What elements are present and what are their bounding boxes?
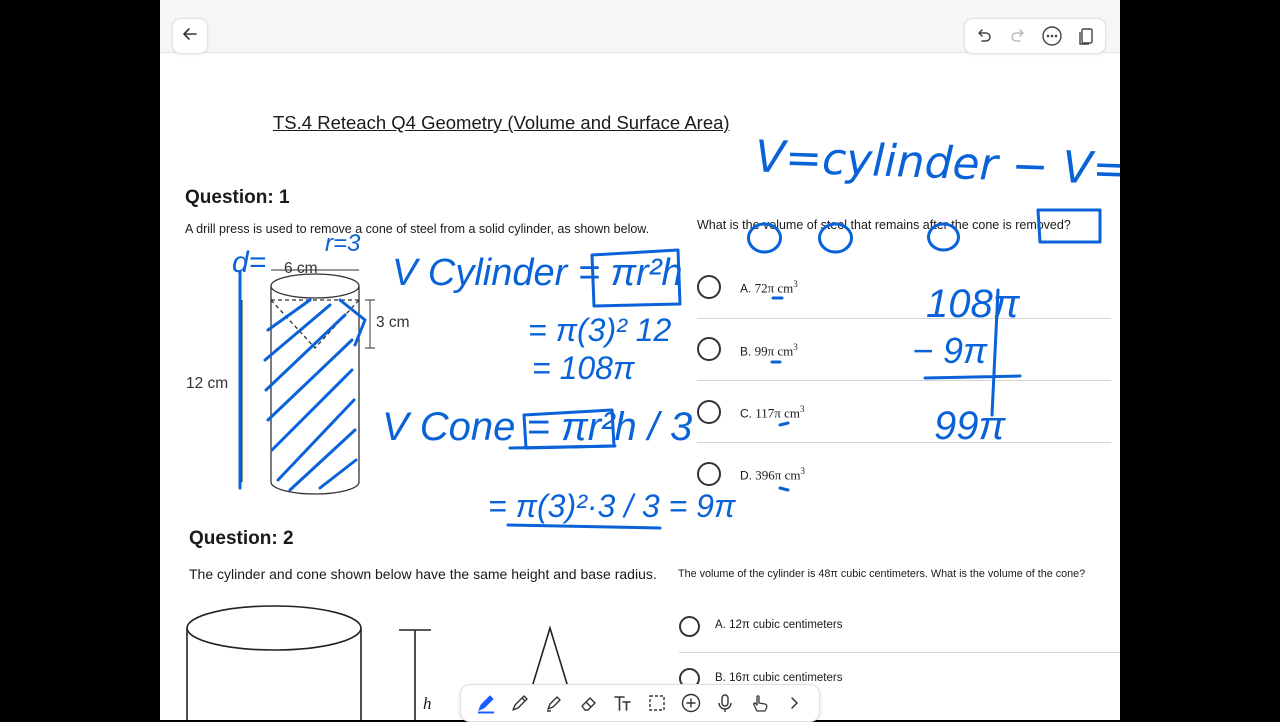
cone-height-label: 3 cm [376, 314, 410, 331]
ink-eq-top: V=cylinder − V= cone [754, 131, 1120, 199]
ink-cyl-step2: = 108π [532, 350, 635, 386]
ink-calc-sub: − 9π [912, 330, 988, 371]
question-2-heading: Question: 2 [189, 528, 294, 549]
ink-r-note: r=3 [325, 230, 361, 257]
top-toolbar [160, 0, 1120, 54]
option-c-radio[interactable] [697, 400, 721, 424]
lasso-select-icon[interactable] [645, 691, 669, 715]
ink-cone-step: = π(3)²·3 / 3 = 9π [488, 488, 736, 524]
option-divider [697, 380, 1111, 381]
ink-calc-result: 99π [934, 404, 1006, 448]
question-1-question: What is the volume of steel that remains… [697, 218, 1071, 232]
q2-option-b-label[interactable]: B. 16π cubic centimeters [715, 672, 842, 684]
redo-icon[interactable] [1005, 23, 1031, 49]
document-page: TS.4 Reteach Q4 Geometry (Volume and Sur… [160, 0, 1120, 720]
option-divider [697, 442, 1111, 443]
document-title: TS.4 Reteach Q4 Geometry (Volume and Sur… [273, 112, 730, 133]
option-b-label[interactable]: B. 99π cm3 [740, 342, 798, 359]
pen-icon[interactable] [474, 691, 498, 715]
option-d-radio[interactable] [697, 462, 721, 486]
ink-cone-formula: V Cone = πr²h / 3 [382, 405, 693, 449]
ink-calc-top: 108π [926, 282, 1020, 326]
eraser-icon[interactable] [577, 691, 601, 715]
text-tool-icon[interactable] [611, 691, 635, 715]
height-variable-label: h [423, 694, 432, 713]
chevron-right-icon[interactable] [782, 691, 806, 715]
highlighter-icon[interactable] [542, 691, 566, 715]
back-button[interactable] [172, 18, 208, 54]
q2-option-a-label[interactable]: A. 12π cubic centimeters [715, 619, 842, 631]
option-d-label[interactable]: D. 396π cm3 [740, 466, 805, 483]
annotation-toolbar [460, 684, 820, 722]
cylinder-height-label: 12 cm [186, 375, 229, 392]
microphone-icon[interactable] [713, 691, 737, 715]
question-1-heading: Question: 1 [185, 187, 290, 208]
option-divider [697, 318, 1111, 319]
more-icon[interactable] [1039, 23, 1065, 49]
pencil-icon[interactable] [508, 691, 532, 715]
add-icon[interactable] [679, 691, 703, 715]
option-c-label[interactable]: C. 117π cm3 [740, 404, 804, 421]
document-actions [964, 18, 1106, 54]
cylinder-cone-figure [241, 269, 375, 495]
option-divider [679, 652, 1120, 653]
diameter-label: 6 cm [284, 260, 318, 277]
question-2-prompt: The cylinder and cone shown below have t… [189, 566, 657, 582]
undo-icon[interactable] [971, 23, 997, 49]
question-1-prompt: A drill press is used to remove a cone o… [185, 222, 650, 236]
copy-icon[interactable] [1073, 23, 1099, 49]
option-b-radio[interactable] [697, 337, 721, 361]
option-a-radio[interactable] [697, 275, 721, 299]
ink-cyl-step1: = π(3)² 12 [528, 312, 672, 348]
q2-option-a-radio[interactable] [679, 616, 700, 637]
back-arrow-icon [181, 25, 199, 48]
question-2-question: The volume of the cylinder is 48π cubic … [678, 568, 1086, 580]
ink-d-note: d= [232, 246, 267, 279]
option-a-label[interactable]: A. 72π cm3 [740, 279, 798, 296]
ink-cyl-formula: V Cylinder = πr²h [392, 252, 683, 294]
touch-draw-icon[interactable] [748, 691, 772, 715]
